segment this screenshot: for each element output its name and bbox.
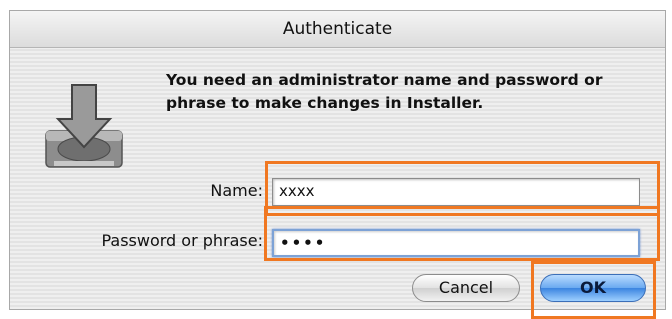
installer-disk-download-icon bbox=[45, 84, 123, 168]
password-field[interactable]: •••• bbox=[272, 229, 640, 257]
auth-message: You need an administrator name and passw… bbox=[166, 71, 603, 112]
ok-button[interactable]: OK bbox=[540, 274, 646, 302]
authenticate-dialog: Authenticate You need an administrator n… bbox=[9, 10, 666, 319]
cancel-button[interactable]: Cancel bbox=[412, 274, 520, 302]
password-label: Password or phrase: bbox=[101, 231, 263, 250]
name-field[interactable]: xxxx bbox=[272, 178, 640, 206]
dialog-title: Authenticate bbox=[10, 11, 665, 48]
name-label: Name: bbox=[210, 181, 263, 200]
